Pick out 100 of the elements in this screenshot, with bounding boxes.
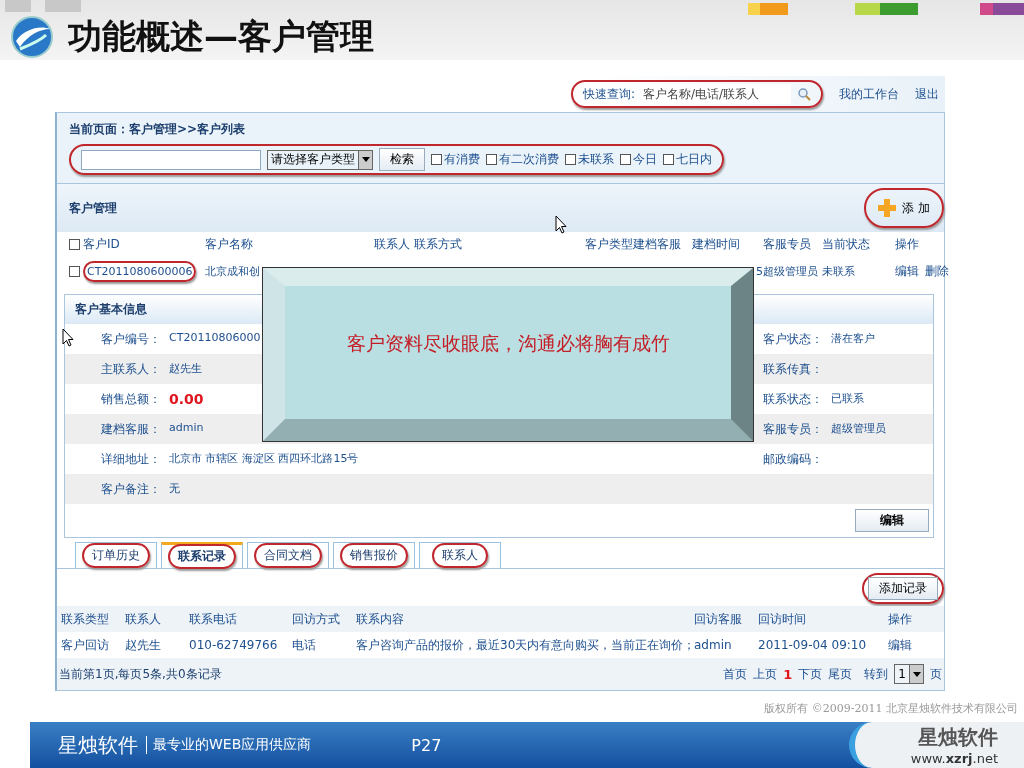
search-button[interactable]: 检索 [379,148,425,171]
cursor-icon [555,215,567,234]
filter-checkbox[interactable] [663,154,674,165]
page-number: P27 [411,735,443,755]
accent-bar [45,0,81,12]
pager-link[interactable]: 1 [783,666,793,682]
section-title: 客户管理 [69,199,117,217]
customer-id[interactable]: CT2011080600006 [87,265,193,278]
column-header: 联系人 [125,610,162,628]
field-label: 建档客服： [101,420,161,438]
table-cell: 未联系 [822,264,855,279]
table-cell-text: 电话 [292,636,317,654]
field-value: 北京市 市辖区 海淀区 西四环北路15号 [169,450,359,467]
table-cell: 客户咨询产品的报价，最近30天内有意向购买，当前正在询价； [356,636,694,654]
pager-link[interactable]: 上页 [753,665,778,683]
breadcrumb: 当前页面：客户管理>>客户列表 [57,113,944,142]
field-label: 主联系人： [101,360,161,378]
column-header: 建档时间 [692,236,741,253]
column-header: 回访时间 [758,610,807,628]
table-cell-text: 赵先生 [125,636,162,654]
search-icon[interactable] [797,87,811,101]
field-value: 已联系 [831,390,864,407]
column-header: 操作 [888,610,913,628]
customer-name: 北京成和创 [205,264,260,279]
globe-icon [10,15,54,59]
caret-icon [912,671,921,677]
field-value: 超级管理员 [831,420,886,437]
field-value: 0.00 [169,390,204,408]
logo-url: www.xzrj.net [910,751,998,766]
customer-type-select[interactable]: 请选择客户类型 [267,149,373,170]
callout-text: 客户资料尽收眼底，沟通必将胸有成竹 [346,331,670,356]
field-label: 联系传真： [763,360,823,378]
table-cell-text: 2011-09-04 09:10 [758,638,868,652]
accent-bar [748,3,788,15]
quick-search-field[interactable]: 客户名称/电话/联系人 [641,84,791,104]
field-label: 客服专员： [763,420,823,438]
add-record-button[interactable]: 添加记录 [868,577,938,600]
accent-bar [980,3,1024,15]
table-cell: 超级管理员 [763,264,818,279]
field-label: 客户备注： [101,480,161,498]
row-action-link[interactable]: 编辑 [888,636,944,654]
select-all-checkbox[interactable] [69,239,80,250]
field-label: 详细地址： [101,450,161,468]
goto-label: 转到 [864,665,889,683]
edit-button[interactable]: 编辑 [855,509,929,532]
column-header: 客户类型 [585,236,633,253]
accent-bar [855,3,918,15]
column-header: 联系类型 [61,610,110,628]
filter-label: 未联系 [578,151,614,168]
pager-summary: 当前第1页,每页5条,共0条记录 [59,665,222,683]
table-cell: 5 [756,265,763,278]
field-value: 潜在客户 [831,330,875,347]
nav-link[interactable]: 我的工作台 [839,85,899,103]
filter-checkbox[interactable] [431,154,442,165]
filter-label: 七日内 [676,151,712,168]
filter-label: 有二次消费 [499,151,559,168]
column-header: 操作 [895,236,920,253]
table-cell-text: 客户回访 [61,636,110,654]
column-header: 联系人 联系方式 [374,236,463,253]
row-action-link[interactable]: 删除 [925,263,949,280]
pager-link[interactable]: 首页 [723,665,748,683]
tab[interactable]: 联系记录 [161,542,243,568]
field-value: admin [169,420,204,436]
column-header: 客服专员 [763,236,812,253]
column-header: 联系电话 [189,610,238,628]
nav-link[interactable]: 退出 [915,85,939,103]
table-cell-text: admin [694,638,733,652]
column-header: 回访方式 [292,610,341,628]
field-label: 客户编号： [101,330,161,348]
logo-name: 星烛软件 [918,724,998,751]
keyword-field[interactable] [81,149,261,170]
add-button[interactable]: 添 加 [872,198,936,218]
footer-brand: 星烛软件 [58,731,138,759]
row-action-link[interactable]: 编辑 [895,263,919,280]
filter-checkbox[interactable] [486,154,497,165]
tab[interactable]: 联系人 [419,542,501,568]
accent-bar [5,0,31,12]
slide-title: 功能概述—客户管理 [68,15,374,58]
filter-label: 有消费 [444,151,480,168]
field-value: CT20110806000 [169,330,261,346]
column-header: 建档客服 [633,236,682,253]
pager-link[interactable]: 尾页 [828,665,853,683]
field-label: 客户状态： [763,330,823,348]
column-header: 当前状态 [822,236,871,253]
column-header: 回访客服 [694,610,743,628]
plus-icon [878,199,897,217]
tab[interactable]: 销售报价 [333,542,415,568]
tab[interactable]: 合同文档 [247,542,329,568]
filter-label: 今日 [633,151,657,168]
pager-link[interactable]: 下页 [798,665,823,683]
caret-icon [361,157,370,162]
field-label: 销售总额： [101,390,161,408]
column-header: 客户名称 [205,236,254,253]
field-value: 无 [169,480,180,497]
filter-checkbox[interactable] [565,154,576,165]
table-cell-text: 010-62749766 [189,638,279,652]
tab[interactable]: 订单历史 [75,542,157,568]
row-checkbox[interactable] [69,266,80,277]
filter-checkbox[interactable] [620,154,631,165]
page-select[interactable]: 1 [894,664,924,684]
